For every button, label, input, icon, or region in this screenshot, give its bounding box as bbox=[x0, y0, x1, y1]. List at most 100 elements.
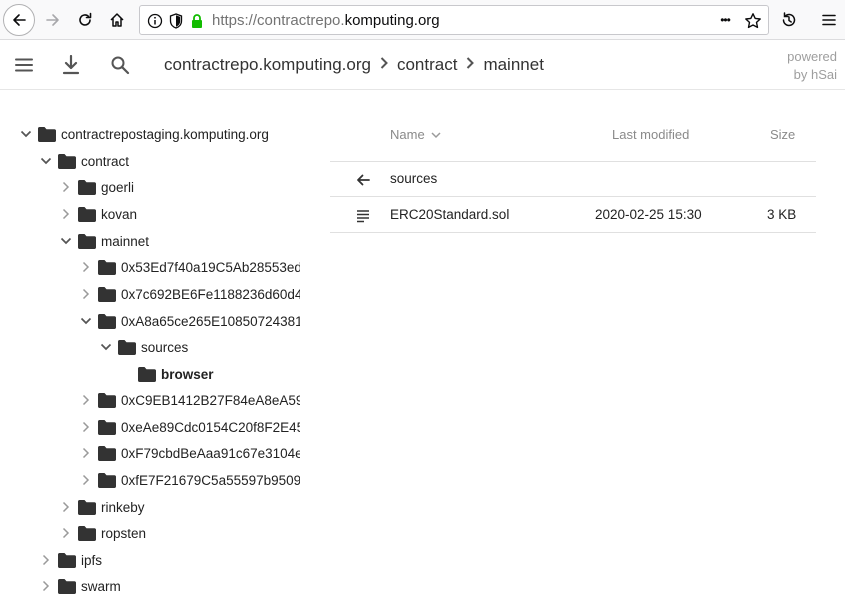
download-icon[interactable] bbox=[59, 53, 83, 77]
tree-item-label: 0x53Ed7f40a19C5Ab28553ed2 bbox=[121, 259, 300, 275]
chevron-right-icon[interactable] bbox=[36, 573, 56, 599]
home-button[interactable] bbox=[101, 4, 133, 36]
chevron-down-icon[interactable] bbox=[36, 148, 56, 174]
chevron-right-icon[interactable] bbox=[56, 201, 76, 227]
tree-item-label: rinkeby bbox=[101, 499, 145, 515]
tree-item[interactable]: swarm bbox=[36, 573, 121, 599]
file-modified: 2020-02-25 15:30 bbox=[595, 207, 702, 222]
tree-item[interactable]: 0xC9EB1412B27F84eA8eA594 bbox=[76, 387, 300, 413]
chevron-down-icon[interactable] bbox=[56, 228, 76, 254]
chevron-right-icon bbox=[371, 55, 397, 75]
tree-item-label: 0x7c692BE6Fe1188236d60d47 bbox=[121, 286, 300, 302]
tree-item[interactable]: 0xeAe89Cdc0154C20f8F2E45f bbox=[76, 414, 300, 440]
folder-icon bbox=[78, 206, 96, 222]
parent-folder-name: sources bbox=[390, 171, 438, 186]
breadcrumb-item[interactable]: contractrepo.komputing.org bbox=[164, 55, 371, 75]
chevron-down-icon[interactable] bbox=[96, 334, 116, 360]
folder-icon bbox=[58, 153, 76, 169]
file-name[interactable]: ERC20Standard.sol bbox=[390, 207, 509, 222]
chevron-right-icon[interactable] bbox=[56, 494, 76, 520]
tree-item-label: 0xeAe89Cdc0154C20f8F2E45f bbox=[121, 419, 300, 435]
app-menu-icon[interactable] bbox=[12, 53, 36, 77]
tree-item[interactable]: 0x7c692BE6Fe1188236d60d47 bbox=[76, 281, 300, 307]
breadcrumb-item[interactable]: mainnet bbox=[483, 55, 543, 75]
tree-item[interactable]: 0xfE7F21679C5a55597b95092 bbox=[76, 467, 300, 493]
column-name[interactable]: Name bbox=[390, 127, 441, 142]
breadcrumb-item[interactable]: contract bbox=[397, 55, 457, 75]
file-size: 3 KB bbox=[767, 207, 797, 222]
reload-button[interactable] bbox=[69, 4, 101, 36]
folder-icon bbox=[78, 525, 96, 541]
shield-icon[interactable] bbox=[167, 12, 185, 30]
column-size[interactable]: Size bbox=[770, 127, 795, 142]
url-bar[interactable]: https://contractrepo.komputing.org ••• bbox=[139, 5, 769, 35]
arrow-right-icon bbox=[46, 14, 59, 26]
bookmark-star-icon[interactable] bbox=[744, 12, 762, 30]
browser-toolbar: https://contractrepo.komputing.org ••• bbox=[0, 0, 845, 40]
tree-item[interactable]: rinkeby bbox=[56, 494, 145, 520]
info-icon[interactable] bbox=[146, 12, 164, 30]
tree-item[interactable]: goerli bbox=[56, 174, 134, 200]
chevron-right-icon[interactable] bbox=[76, 281, 96, 307]
forward-button[interactable] bbox=[37, 4, 69, 36]
column-modified[interactable]: Last modified bbox=[612, 127, 689, 142]
chevron-right-icon[interactable] bbox=[56, 174, 76, 200]
tree-item-label: ipfs bbox=[81, 552, 103, 568]
chevron-right-icon[interactable] bbox=[36, 547, 56, 573]
tree-item[interactable]: mainnet bbox=[56, 228, 149, 254]
arrow-left-icon bbox=[354, 171, 372, 189]
chevron-right-icon[interactable] bbox=[76, 254, 96, 280]
column-name-label: Name bbox=[390, 127, 425, 142]
folder-icon bbox=[138, 366, 156, 382]
tree-item-label: browser bbox=[161, 366, 214, 382]
folder-icon bbox=[58, 578, 76, 594]
lock-icon[interactable] bbox=[188, 12, 206, 30]
folder-icon bbox=[78, 233, 96, 249]
powered-by[interactable]: powered by hSai bbox=[787, 48, 837, 84]
chevron-down-icon[interactable] bbox=[76, 308, 96, 334]
search-icon[interactable] bbox=[108, 53, 132, 77]
table-row[interactable]: ERC20Standard.sol 2020-02-25 15:30 3 KB bbox=[330, 198, 816, 233]
parent-folder-row[interactable]: sources bbox=[330, 162, 816, 197]
chevron-right-icon bbox=[457, 55, 483, 75]
history-button[interactable] bbox=[773, 4, 805, 36]
chevron-right-icon[interactable] bbox=[76, 467, 96, 493]
tree-item[interactable]: 0x53Ed7f40a19C5Ab28553ed2 bbox=[76, 254, 300, 280]
tree-item-label: kovan bbox=[101, 206, 138, 222]
menu-button[interactable] bbox=[813, 4, 845, 36]
chevron-right-icon[interactable] bbox=[56, 520, 76, 546]
tree-item-label: contract bbox=[81, 153, 130, 169]
reload-icon bbox=[79, 12, 92, 26]
chevron-down-icon[interactable] bbox=[16, 121, 36, 147]
folder-icon bbox=[98, 392, 116, 408]
chevron-right-icon[interactable] bbox=[76, 387, 96, 413]
powered-line: powered bbox=[787, 49, 837, 64]
tree-item[interactable]: ropsten bbox=[56, 520, 146, 546]
tree-item[interactable]: browser bbox=[116, 361, 214, 387]
chevron-right-icon[interactable] bbox=[76, 414, 96, 440]
tree-item-label: contractrepostaging.komputing.org bbox=[61, 126, 269, 142]
file-text-icon bbox=[354, 207, 372, 225]
tree-item[interactable]: 0xA8a65ce265E108507243817 bbox=[76, 308, 300, 334]
url-domain: komputing.org bbox=[344, 12, 440, 29]
hamburger-icon bbox=[822, 14, 836, 26]
folder-icon bbox=[98, 286, 116, 302]
sort-chevron-down-icon bbox=[431, 131, 441, 138]
folder-icon bbox=[98, 445, 116, 461]
tree-item-label: swarm bbox=[81, 578, 121, 594]
chevron-right-icon[interactable] bbox=[76, 440, 96, 466]
folder-icon bbox=[98, 419, 116, 435]
powered-line: by hSai bbox=[793, 67, 837, 82]
tree-item[interactable]: contract bbox=[36, 148, 129, 174]
tree-item[interactable]: contractrepostaging.komputing.org bbox=[16, 121, 269, 147]
back-button[interactable] bbox=[3, 4, 35, 36]
tree-item-label: 0xA8a65ce265E108507243817 bbox=[121, 313, 300, 329]
tree-item[interactable]: ipfs bbox=[36, 547, 102, 573]
page-actions-icon[interactable]: ••• bbox=[715, 11, 735, 29]
tree-item[interactable]: kovan bbox=[56, 201, 137, 227]
url-text[interactable]: https://contractrepo.komputing.org bbox=[212, 12, 440, 29]
tree-item[interactable]: sources bbox=[96, 334, 188, 360]
folder-icon bbox=[98, 313, 116, 329]
tree-item[interactable]: 0xF79cbdBeAaa91c67e3104ec bbox=[76, 440, 300, 466]
breadcrumb: contractrepo.komputing.org contract main… bbox=[164, 55, 544, 75]
